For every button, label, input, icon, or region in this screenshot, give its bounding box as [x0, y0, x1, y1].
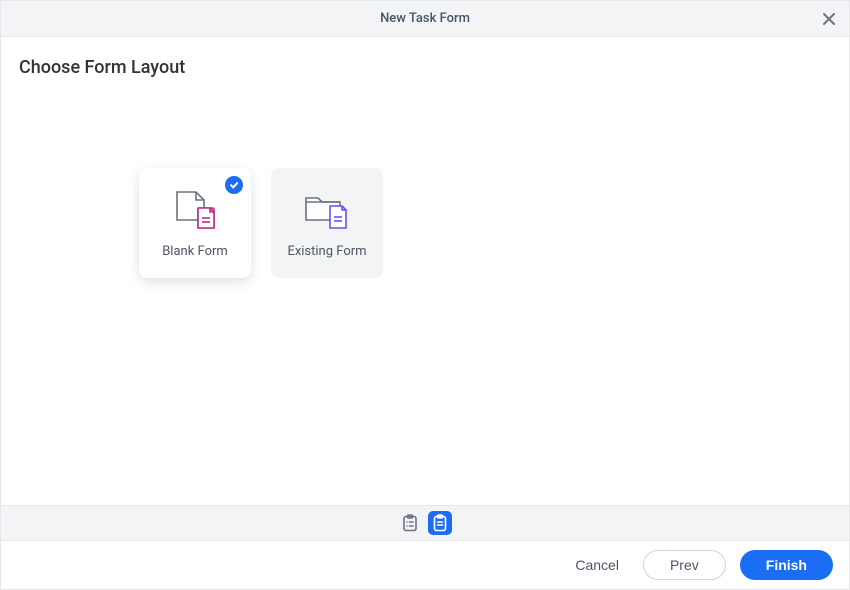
close-icon [821, 11, 837, 27]
step-form-details[interactable] [398, 511, 422, 535]
option-existing-form[interactable]: Existing Form [271, 168, 383, 278]
prev-button[interactable]: Prev [643, 550, 726, 580]
existing-form-icon [302, 188, 352, 232]
cancel-button[interactable]: Cancel [565, 551, 629, 579]
option-blank-form[interactable]: Blank Form [139, 168, 251, 278]
selected-badge [225, 176, 243, 194]
form-details-icon [401, 514, 419, 532]
dialog: New Task Form Choose Form Layout [0, 0, 850, 590]
dialog-footer: Cancel Prev Finish [1, 541, 849, 589]
option-label: Blank Form [162, 244, 228, 259]
blank-form-icon [172, 188, 218, 232]
option-label: Existing Form [287, 244, 366, 259]
dialog-title: New Task Form [380, 11, 470, 26]
layout-options: Blank Form Existing Form [19, 168, 831, 278]
finish-button[interactable]: Finish [740, 550, 833, 580]
check-icon [229, 180, 239, 190]
section-title: Choose Form Layout [19, 57, 831, 78]
form-layout-icon [431, 514, 449, 532]
wizard-stepper [1, 505, 849, 541]
step-form-layout[interactable] [428, 511, 452, 535]
dialog-body: Choose Form Layout [1, 37, 849, 505]
close-button[interactable] [817, 7, 841, 31]
dialog-header: New Task Form [1, 1, 849, 37]
